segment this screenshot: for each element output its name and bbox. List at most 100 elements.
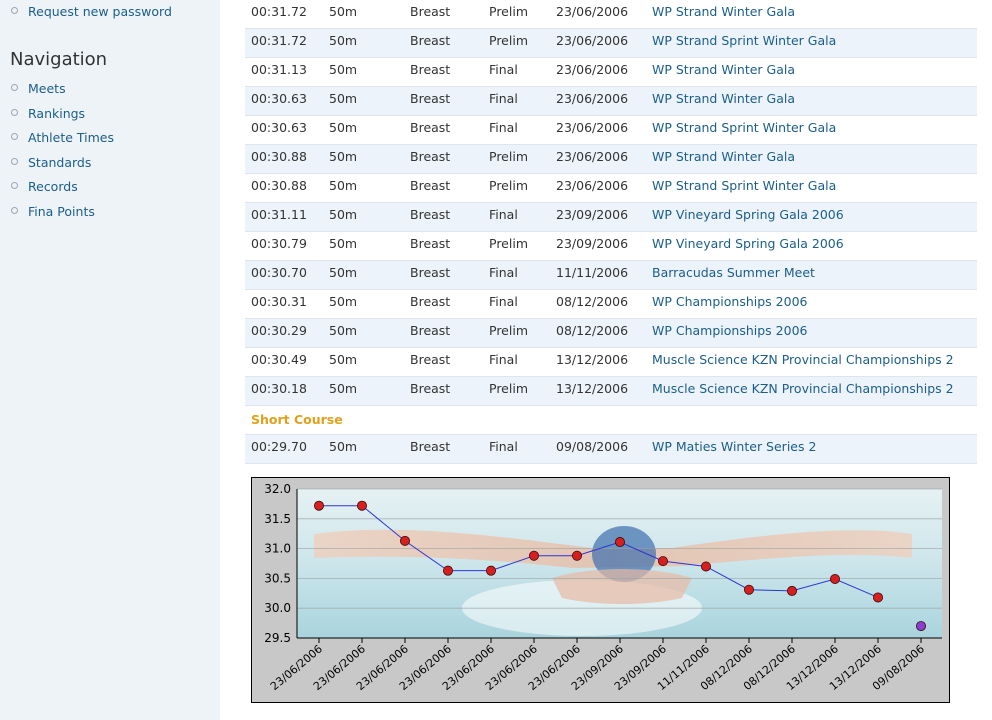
stroke-cell: Breast: [410, 120, 451, 135]
date-cell: 09/08/2006: [556, 439, 629, 454]
round-cell: Prelim: [489, 236, 528, 251]
stroke-cell: Breast: [410, 4, 451, 19]
meet-link[interactable]: WP Championships 2006: [652, 319, 807, 343]
data-point: [657, 556, 668, 567]
time-cell: 00:31.72: [251, 33, 307, 48]
y-tick-label: 32.0: [264, 482, 291, 496]
distance-cell: 50m: [329, 91, 358, 106]
table-row: 00:30.18 50m Breast Prelim 13/12/2006 Muscle …: [245, 377, 977, 406]
table-row: 00:29.70 50m Breast Final 09/08/2006 WP Matie…: [245, 435, 977, 464]
meet-link[interactable]: WP Strand Winter Gala: [652, 87, 795, 111]
bullet-icon: [11, 133, 18, 140]
time-cell: 00:30.49: [251, 352, 307, 367]
round-cell: Prelim: [489, 178, 528, 193]
time-cell: 00:30.29: [251, 323, 307, 338]
data-point: [700, 561, 711, 572]
table-row: 00:30.88 50m Breast Prelim 23/06/2006 WP Stra…: [245, 145, 977, 174]
stroke-cell: Breast: [410, 236, 451, 251]
nav-item-records[interactable]: Records: [0, 175, 220, 200]
time-cell: 00:29.70: [251, 439, 307, 454]
stroke-cell: Breast: [410, 352, 451, 367]
nav-item-rankings[interactable]: Rankings: [0, 102, 220, 127]
distance-cell: 50m: [329, 33, 358, 48]
nav-item-label: Meets: [28, 81, 66, 96]
time-cell: 00:30.63: [251, 120, 307, 135]
distance-cell: 50m: [329, 236, 358, 251]
swimmer-torso: [552, 569, 692, 604]
distance-cell: 50m: [329, 120, 358, 135]
meet-link[interactable]: WP Strand Winter Gala: [652, 145, 795, 169]
nav-item-athlete-times[interactable]: Athlete Times: [0, 126, 220, 151]
date-cell: 08/12/2006: [556, 323, 629, 338]
stroke-cell: Breast: [410, 62, 451, 77]
stroke-cell: Breast: [410, 178, 451, 193]
nav-item-label: Standards: [28, 154, 92, 170]
y-tick-label: 31.5: [264, 512, 291, 526]
table-row: 00:31.72 50m Breast Prelim 23/06/2006 WP Stra…: [245, 29, 977, 58]
time-cell: 00:30.18: [251, 381, 307, 396]
meet-link[interactable]: WP Strand Winter Gala: [652, 58, 795, 82]
round-cell: Final: [489, 265, 518, 280]
meet-link[interactable]: WP Strand Sprint Winter Gala: [652, 29, 836, 53]
distance-cell: 50m: [329, 352, 358, 367]
stroke-cell: Breast: [410, 91, 451, 106]
table-row: 00:31.11 50m Breast Final 23/09/2006 WP Viney…: [245, 203, 977, 232]
nav-item-fina-points[interactable]: Fina Points: [0, 200, 220, 225]
meet-link[interactable]: WP Vineyard Spring Gala 2006: [652, 203, 844, 227]
nav-item-label: Fina Points: [28, 203, 95, 219]
nav-item-meets[interactable]: Meets: [0, 77, 220, 102]
data-point: [485, 565, 496, 576]
table-row: 00:30.63 50m Breast Final 23/06/2006 WP Stran…: [245, 116, 977, 145]
meet-link[interactable]: WP Strand Sprint Winter Gala: [652, 174, 836, 198]
data-point: [614, 537, 625, 548]
main-content: 00:31.72 50m Breast Prelim 23/06/2006 WP Stra…: [220, 0, 992, 720]
stroke-cell: Breast: [410, 323, 451, 338]
date-cell: 23/06/2006: [556, 91, 629, 106]
table-row: 00:30.49 50m Breast Final 13/12/2006 Muscle S…: [245, 348, 977, 377]
meet-link[interactable]: WP Vineyard Spring Gala 2006: [652, 232, 844, 256]
data-point: [528, 550, 539, 561]
distance-cell: 50m: [329, 207, 358, 222]
times-chart-svg: 32.031.531.030.530.029.523/06/200623/06/…: [264, 482, 942, 693]
meet-link[interactable]: WP Championships 2006: [652, 290, 807, 314]
stroke-cell: Breast: [410, 149, 451, 164]
distance-cell: 50m: [329, 4, 358, 19]
date-cell: 23/06/2006: [556, 4, 629, 19]
data-point: [830, 573, 841, 584]
meet-link[interactable]: WP Strand Winter Gala: [652, 0, 795, 24]
meet-link[interactable]: WP Maties Winter Series 2: [652, 435, 816, 459]
data-point: [743, 584, 754, 595]
stroke-cell: Breast: [410, 439, 451, 454]
data-point: [442, 565, 453, 576]
request-new-password-label: Request new password: [28, 4, 172, 19]
time-cell: 00:30.31: [251, 294, 307, 309]
request-new-password-link[interactable]: Request new password: [0, 0, 220, 25]
time-cell: 00:30.70: [251, 265, 307, 280]
date-cell: 13/12/2006: [556, 381, 629, 396]
time-cell: 00:31.11: [251, 207, 307, 222]
time-cell: 00:30.79: [251, 236, 307, 251]
meet-link[interactable]: Muscle Science KZN Provincial Championsh…: [652, 348, 954, 372]
meet-link[interactable]: Barracudas Summer Meet: [652, 261, 815, 285]
distance-cell: 50m: [329, 381, 358, 396]
round-cell: Final: [489, 91, 518, 106]
data-point: [916, 621, 927, 632]
bullet-icon: [11, 206, 18, 214]
round-cell: Prelim: [489, 323, 528, 338]
table-row: 00:30.88 50m Breast Prelim 23/06/2006 WP Stra…: [245, 174, 977, 203]
times-chart: 32.0 31.5 31.0 30.5 30.0 29.5 23/06/2006 23/06/…: [251, 477, 950, 703]
meet-link[interactable]: WP Strand Sprint Winter Gala: [652, 116, 836, 140]
round-cell: Final: [489, 352, 518, 367]
stroke-cell: Breast: [410, 294, 451, 309]
table-row: 00:30.29 50m Breast Prelim 08/12/2006 WP Cham…: [245, 319, 977, 348]
table-row: 00:30.79 50m Breast Prelim 23/09/2006 WP Vine…: [245, 232, 977, 261]
nav-item-standards[interactable]: Standards: [0, 151, 220, 176]
results-table: 00:31.72 50m Breast Prelim 23/06/2006 WP Stra…: [245, 0, 977, 464]
meet-link[interactable]: Muscle Science KZN Provincial Championsh…: [652, 377, 954, 401]
time-cell: 00:30.88: [251, 149, 307, 164]
table-row: 00:30.31 50m Breast Final 08/12/2006 WP Champ…: [245, 290, 977, 319]
bullet-icon: [11, 182, 18, 189]
date-cell: 23/06/2006: [556, 178, 629, 193]
bullet-icon: [11, 7, 18, 14]
stroke-cell: Breast: [410, 265, 451, 280]
